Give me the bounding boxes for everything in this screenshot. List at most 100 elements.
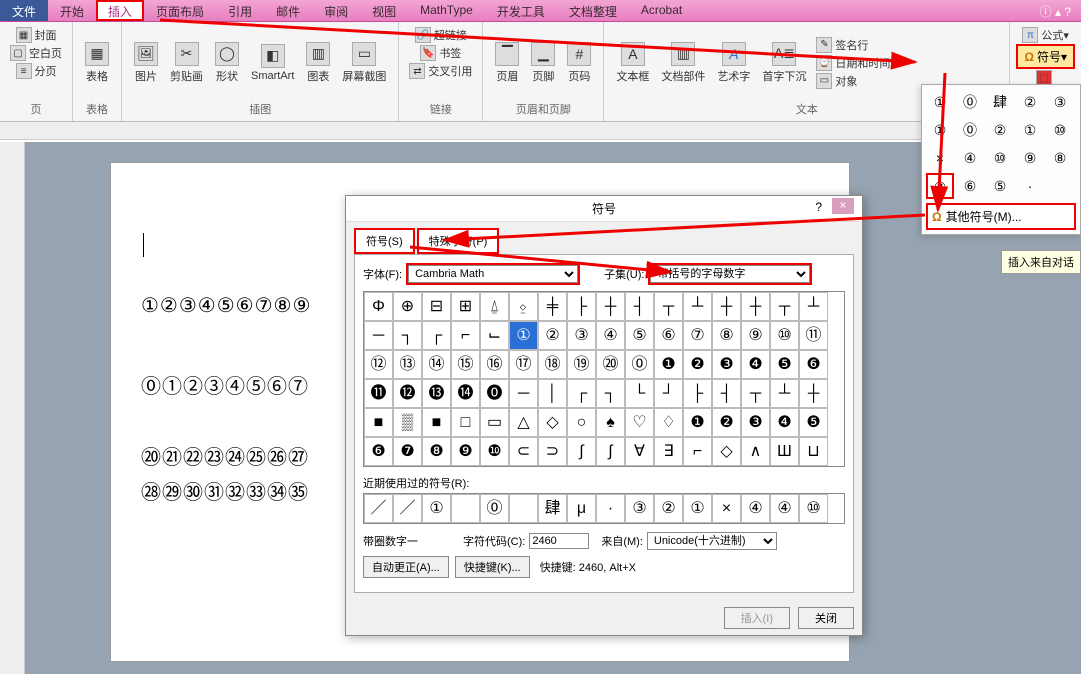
- symbol-cell[interactable]: ⓪: [956, 117, 984, 143]
- bookmark-button[interactable]: 🔖书签: [416, 44, 465, 62]
- grid-cell[interactable]: ∫: [596, 437, 625, 466]
- grid-cell[interactable]: ⑳: [596, 350, 625, 379]
- grid-cell[interactable]: ⓭: [422, 379, 451, 408]
- symbol-cell[interactable]: ⑥: [956, 173, 984, 199]
- grid-cell[interactable]: ⊃: [538, 437, 567, 466]
- grid-cell[interactable]: ❾: [451, 437, 480, 466]
- grid-cell[interactable]: ⌐: [451, 321, 480, 350]
- shortcut-button[interactable]: 快捷键(K)...: [455, 556, 530, 578]
- insert-button[interactable]: 插入(I): [724, 607, 790, 629]
- grid-cell[interactable]: ⑯: [480, 350, 509, 379]
- grid-cell[interactable]: ■: [364, 408, 393, 437]
- grid-cell[interactable]: ⑮: [451, 350, 480, 379]
- grid-cell[interactable]: ─: [509, 379, 538, 408]
- grid-cell[interactable]: ❹: [741, 350, 770, 379]
- grid-cell[interactable]: ③: [567, 321, 596, 350]
- screenshot-button[interactable]: ▭屏幕截图: [336, 40, 392, 86]
- symbol-cell[interactable]: ⑩: [1046, 117, 1074, 143]
- grid-cell[interactable]: ④: [596, 321, 625, 350]
- recent-cell[interactable]: ③: [625, 494, 654, 523]
- symbol-grid[interactable]: Φ⊕⊟⊞⍙⍚╪├┼┤┬┴┼┼┬┴─┐┌⌐⌙①②③④⑤⑥⑦⑧⑨⑩⑪⑫⑬⑭⑮⑯⑰⑱⑲…: [363, 291, 845, 467]
- tab-references[interactable]: 引用: [216, 0, 264, 21]
- grid-cell[interactable]: ⑲: [567, 350, 596, 379]
- grid-cell[interactable]: ⑭: [422, 350, 451, 379]
- tab-file[interactable]: 文件: [0, 0, 48, 21]
- symbol-cell[interactable]: ⓪: [956, 89, 984, 115]
- grid-cell[interactable]: ⑨: [741, 321, 770, 350]
- grid-cell[interactable]: ─: [364, 321, 393, 350]
- grid-cell[interactable]: ∧: [741, 437, 770, 466]
- equation-button[interactable]: π公式 ▾: [1018, 26, 1073, 44]
- symbol-cell[interactable]: ⑧: [1046, 145, 1074, 171]
- grid-cell[interactable]: ♠: [596, 408, 625, 437]
- grid-cell[interactable]: ①: [509, 321, 538, 350]
- grid-cell[interactable]: ⊔: [799, 437, 828, 466]
- grid-cell[interactable]: ■: [422, 408, 451, 437]
- grid-cell[interactable]: ♡: [625, 408, 654, 437]
- symbol-cell[interactable]: ×: [926, 145, 954, 171]
- grid-cell[interactable]: ∀: [625, 437, 654, 466]
- grid-cell[interactable]: ┐: [393, 321, 422, 350]
- tab-mathtype[interactable]: MathType: [408, 0, 485, 21]
- grid-cell[interactable]: ⓿: [480, 379, 509, 408]
- symbol-button[interactable]: Ω符号 ▾: [1016, 44, 1075, 69]
- grid-cell[interactable]: ❿: [480, 437, 509, 466]
- grid-cell[interactable]: □: [451, 408, 480, 437]
- tab-view[interactable]: 视图: [360, 0, 408, 21]
- tab-mail[interactable]: 邮件: [264, 0, 312, 21]
- clipart-button[interactable]: ✂剪贴画: [164, 40, 209, 86]
- symbol-cell[interactable]: ④: [956, 145, 984, 171]
- grid-cell[interactable]: ⓬: [393, 379, 422, 408]
- cover-page-button[interactable]: ▦封面: [12, 26, 61, 44]
- page-break-button[interactable]: ≡分页: [12, 62, 61, 80]
- grid-cell[interactable]: ┤: [712, 379, 741, 408]
- grid-cell[interactable]: ┼: [741, 292, 770, 321]
- object-button[interactable]: ▭对象: [812, 72, 894, 90]
- grid-cell[interactable]: ❸: [741, 408, 770, 437]
- grid-cell[interactable]: ◇: [538, 408, 567, 437]
- grid-cell[interactable]: ❽: [422, 437, 451, 466]
- wordart-button[interactable]: A艺术字: [711, 40, 756, 86]
- recent-symbols[interactable]: ／／①⓪肆μ·③②①×④④⑩: [363, 493, 845, 524]
- symbol-cell[interactable]: ②: [1016, 89, 1044, 115]
- symbol-cell[interactable]: ①: [1016, 117, 1044, 143]
- grid-cell[interactable]: ⑱: [538, 350, 567, 379]
- chart-button[interactable]: ▥图表: [300, 40, 336, 86]
- grid-cell[interactable]: ⊕: [393, 292, 422, 321]
- recent-cell[interactable]: ⓪: [480, 494, 509, 523]
- grid-cell[interactable]: ┬: [741, 379, 770, 408]
- grid-cell[interactable]: ❼: [393, 437, 422, 466]
- grid-cell[interactable]: ⊂: [509, 437, 538, 466]
- grid-cell[interactable]: ⑪: [799, 321, 828, 350]
- grid-cell[interactable]: ◇: [712, 437, 741, 466]
- grid-cell[interactable]: ┴: [683, 292, 712, 321]
- dropcap-button[interactable]: A≣首字下沉: [756, 40, 812, 86]
- grid-cell[interactable]: ❷: [712, 408, 741, 437]
- grid-cell[interactable]: ⑬: [393, 350, 422, 379]
- font-select[interactable]: Cambria Math: [408, 265, 578, 283]
- grid-cell[interactable]: ⑰: [509, 350, 538, 379]
- code-input[interactable]: [529, 533, 589, 549]
- recent-cell[interactable]: ／: [364, 494, 393, 523]
- recent-cell[interactable]: [451, 494, 480, 523]
- dialog-tab-symbols[interactable]: 符号(S): [354, 228, 415, 254]
- grid-cell[interactable]: ┬: [770, 292, 799, 321]
- grid-cell[interactable]: ②: [538, 321, 567, 350]
- tab-docorg[interactable]: 文档整理: [557, 0, 629, 21]
- grid-cell[interactable]: ┼: [712, 292, 741, 321]
- recent-cell[interactable]: [509, 494, 538, 523]
- dialog-tab-special[interactable]: 特殊字符(P): [417, 228, 500, 254]
- recent-cell[interactable]: ⑩: [799, 494, 828, 523]
- autocorrect-button[interactable]: 自动更正(A)...: [363, 556, 449, 578]
- grid-cell[interactable]: ○: [567, 408, 596, 437]
- recent-cell[interactable]: μ: [567, 494, 596, 523]
- symbol-cell[interactable]: ⑤: [986, 173, 1014, 199]
- header-button[interactable]: ▔页眉: [489, 40, 525, 86]
- recent-cell[interactable]: ④: [770, 494, 799, 523]
- grid-cell[interactable]: ⍚: [509, 292, 538, 321]
- grid-cell[interactable]: ┌: [422, 321, 451, 350]
- quickparts-button[interactable]: ▥文档部件: [655, 40, 711, 86]
- grid-cell[interactable]: ┴: [770, 379, 799, 408]
- grid-cell[interactable]: ❻: [799, 350, 828, 379]
- grid-cell[interactable]: ┼: [799, 379, 828, 408]
